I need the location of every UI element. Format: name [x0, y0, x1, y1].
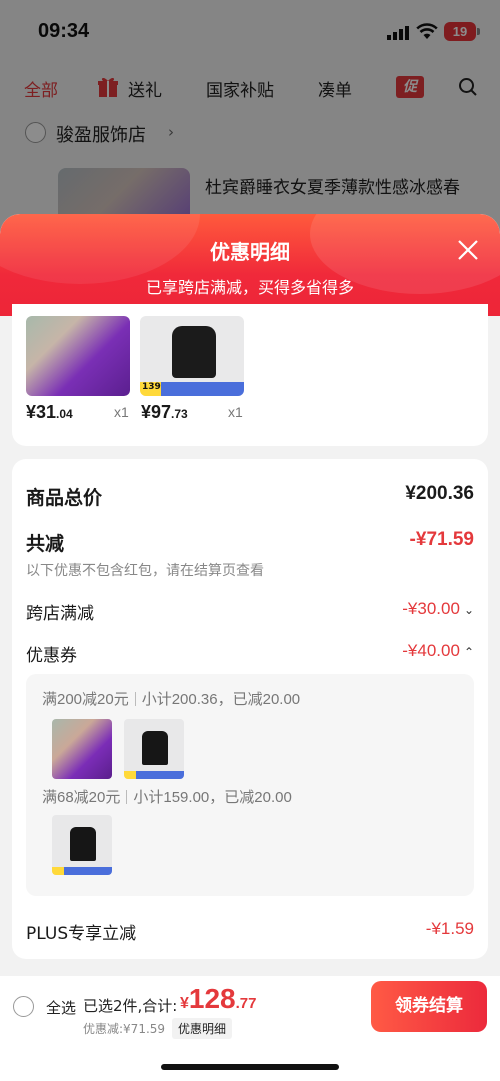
coupon-rule-detail: 小计200.36，已减20.00 [141, 691, 301, 708]
coupon-rule-line: 满68减20元 小计159.00，已减20.00 [42, 786, 292, 807]
price-decimal: .73 [171, 407, 188, 421]
total-decimal: .77 [235, 995, 257, 1012]
plus-discount-label: PLUS专享立减 [26, 924, 137, 944]
total-reduce-label: 共减 [26, 533, 65, 555]
sheet-header: 优惠明细 已享跨店满减，买得多省得多 [0, 214, 500, 316]
sweater-graphic [142, 731, 168, 765]
product-image [52, 719, 112, 779]
currency-symbol: ¥ [180, 995, 189, 1012]
chevron-up-icon: ⌃ [463, 645, 474, 659]
cross-store-label: 跨店满减 [26, 604, 94, 624]
product-image: 139 [140, 316, 244, 396]
price-decimal: .04 [56, 407, 73, 421]
reduce-note: 以下优惠不包含红包，请在结算页查看 [26, 563, 264, 579]
coupon-rule-detail: 小计159.00，已减20.00 [133, 789, 292, 806]
divider [126, 790, 128, 804]
coupon-detail-panel: 满200减20元 小计200.36，已减20.00 满68减20元 小计159.00… [26, 674, 474, 896]
discount-detail-link[interactable]: 优惠明细 [172, 1018, 233, 1039]
total-price-value: ¥200.36 [405, 483, 474, 504]
checkout-button[interactable]: 领券结算 [371, 981, 487, 1032]
price-tag [124, 771, 184, 779]
product-image [26, 316, 130, 396]
discount-detail-sheet: 优惠明细 已享跨店满减，买得多省得多 139 ¥31.04 x1 ¥97.73 … [0, 214, 500, 1081]
close-icon[interactable] [456, 238, 480, 262]
checkout-total: ¥128.77 [180, 983, 256, 1015]
divider [134, 692, 136, 706]
discount-summary: 优惠减:¥71.59 [83, 1022, 166, 1036]
price-tag: 139 [140, 382, 244, 396]
chevron-down-icon: ⌄ [463, 603, 474, 617]
product-image [52, 815, 112, 875]
coupon-row-toggle[interactable]: -¥40.00 ⌃ [402, 641, 474, 661]
price-tag [52, 867, 112, 875]
product-quantity: x1 [114, 404, 129, 420]
checkout-bar: 全选 已选2件,合计: ¥128.77 优惠减:¥71.59 优惠明细 领券结算 [0, 976, 500, 1081]
total-integer: 128 [188, 983, 236, 1014]
selected-count: 已选2件,合计: [83, 997, 178, 1015]
price-tag-text: 139 [142, 382, 161, 392]
product-price: ¥97.73 [141, 402, 188, 423]
total-price-label: 商品总价 [26, 487, 103, 509]
coupon-value: -¥40.00 [402, 641, 460, 660]
coupon-label: 优惠券 [26, 646, 77, 666]
total-reduce-value: -¥71.59 [409, 529, 474, 550]
price-integer: ¥97 [141, 402, 172, 422]
coupon-rule: 满200减20元 [42, 691, 129, 708]
sweater-graphic [172, 326, 216, 378]
sheet-title: 优惠明细 [210, 240, 290, 264]
product-image [124, 719, 184, 779]
coupon-rule: 满68减20元 [42, 789, 121, 806]
price-summary-card: 商品总价 ¥200.36 共减 -¥71.59 以下优惠不包含红包，请在结算页查… [12, 459, 488, 959]
cross-store-row-toggle[interactable]: -¥30.00 ⌄ [402, 599, 474, 619]
product-quantity: x1 [228, 404, 243, 420]
select-all-radio[interactable] [13, 996, 34, 1017]
sheet-subtitle: 已享跨店满减，买得多省得多 [145, 278, 354, 297]
plus-discount-value: -¥1.59 [425, 919, 474, 938]
cross-store-value: -¥30.00 [402, 599, 460, 618]
selected-products-card: 139 ¥31.04 x1 ¥97.73 x1 [12, 304, 488, 446]
coupon-rule-line: 满200减20元 小计200.36，已减20.00 [42, 688, 300, 709]
sweater-graphic [70, 827, 96, 861]
price-integer: ¥31 [26, 402, 57, 422]
product-price: ¥31.04 [26, 402, 73, 423]
select-all-label[interactable]: 全选 [46, 997, 76, 1018]
home-indicator[interactable] [161, 1064, 339, 1070]
